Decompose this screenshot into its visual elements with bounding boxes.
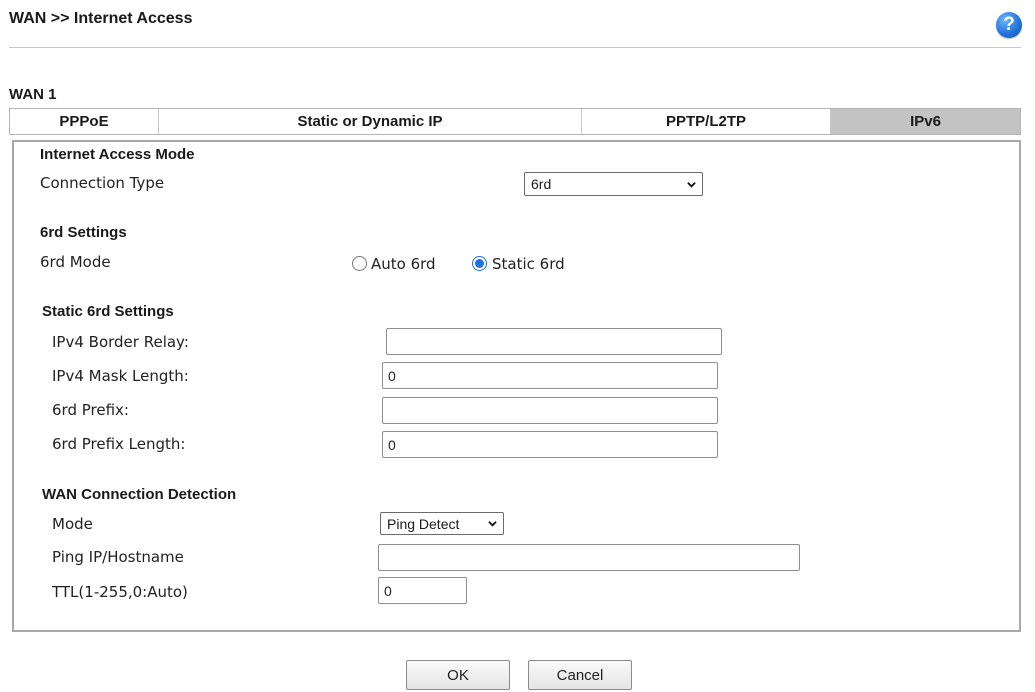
wan-connection-detection-title: WAN Connection Detection [42,486,237,503]
ttl-label: TTL(1-255,0:Auto) [52,583,188,601]
page-title: WAN >> Internet Access [9,10,193,27]
ping-ip-input[interactable] [378,544,800,571]
auto-6rd-label: Auto 6rd [371,255,436,273]
connection-type-select[interactable]: 6rd [524,172,703,196]
auto-6rd-radio[interactable] [352,256,367,271]
internet-access-mode-title: Internet Access Mode [40,146,195,163]
sixrd-prefix-input[interactable] [382,397,718,424]
sixrd-prefix-length-input[interactable] [382,431,718,458]
sixrd-mode-label: 6rd Mode [40,253,111,271]
ok-button[interactable]: OK [406,660,510,690]
ipv6-settings-panel: Internet Access Mode Connection Type 6rd… [12,140,1021,632]
ttl-input[interactable] [378,577,467,604]
tab-static-dynamic-ip[interactable]: Static or Dynamic IP [159,109,582,134]
detection-mode-select[interactable]: Ping Detect [380,512,504,535]
ping-ip-label: Ping IP/Hostname [52,548,184,566]
detection-mode-value: Ping Detect [387,515,460,532]
chevron-down-icon [488,521,497,527]
tab-bar: PPPoE Static or Dynamic IP PPTP/L2TP IPv… [9,108,1021,135]
ipv4-mask-length-label: IPv4 Mask Length: [52,367,189,385]
connection-type-value: 6rd [531,176,552,192]
chevron-down-icon [687,181,696,188]
static-6rd-settings-title: Static 6rd Settings [42,303,174,320]
cancel-button[interactable]: Cancel [528,660,632,690]
help-icon[interactable]: ? [996,12,1022,38]
connection-type-label: Connection Type [40,174,165,192]
detection-mode-label: Mode [52,515,93,533]
sixrd-prefix-length-label: 6rd Prefix Length: [52,435,186,453]
header-divider [9,47,1021,48]
static-6rd-radio[interactable] [472,256,487,271]
tab-ipv6[interactable]: IPv6 [831,109,1020,134]
ipv4-mask-length-input[interactable] [382,362,718,389]
ipv4-border-relay-label: IPv4 Border Relay: [52,333,189,351]
wan-label: WAN 1 [9,86,57,103]
tab-pptp-l2tp[interactable]: PPTP/L2TP [582,109,831,134]
tab-pppoe[interactable]: PPPoE [10,109,159,134]
static-6rd-label: Static 6rd [492,255,565,273]
sixrd-prefix-label: 6rd Prefix: [52,401,129,419]
sixrd-settings-title: 6rd Settings [40,224,127,241]
ipv4-border-relay-input[interactable] [386,328,722,355]
